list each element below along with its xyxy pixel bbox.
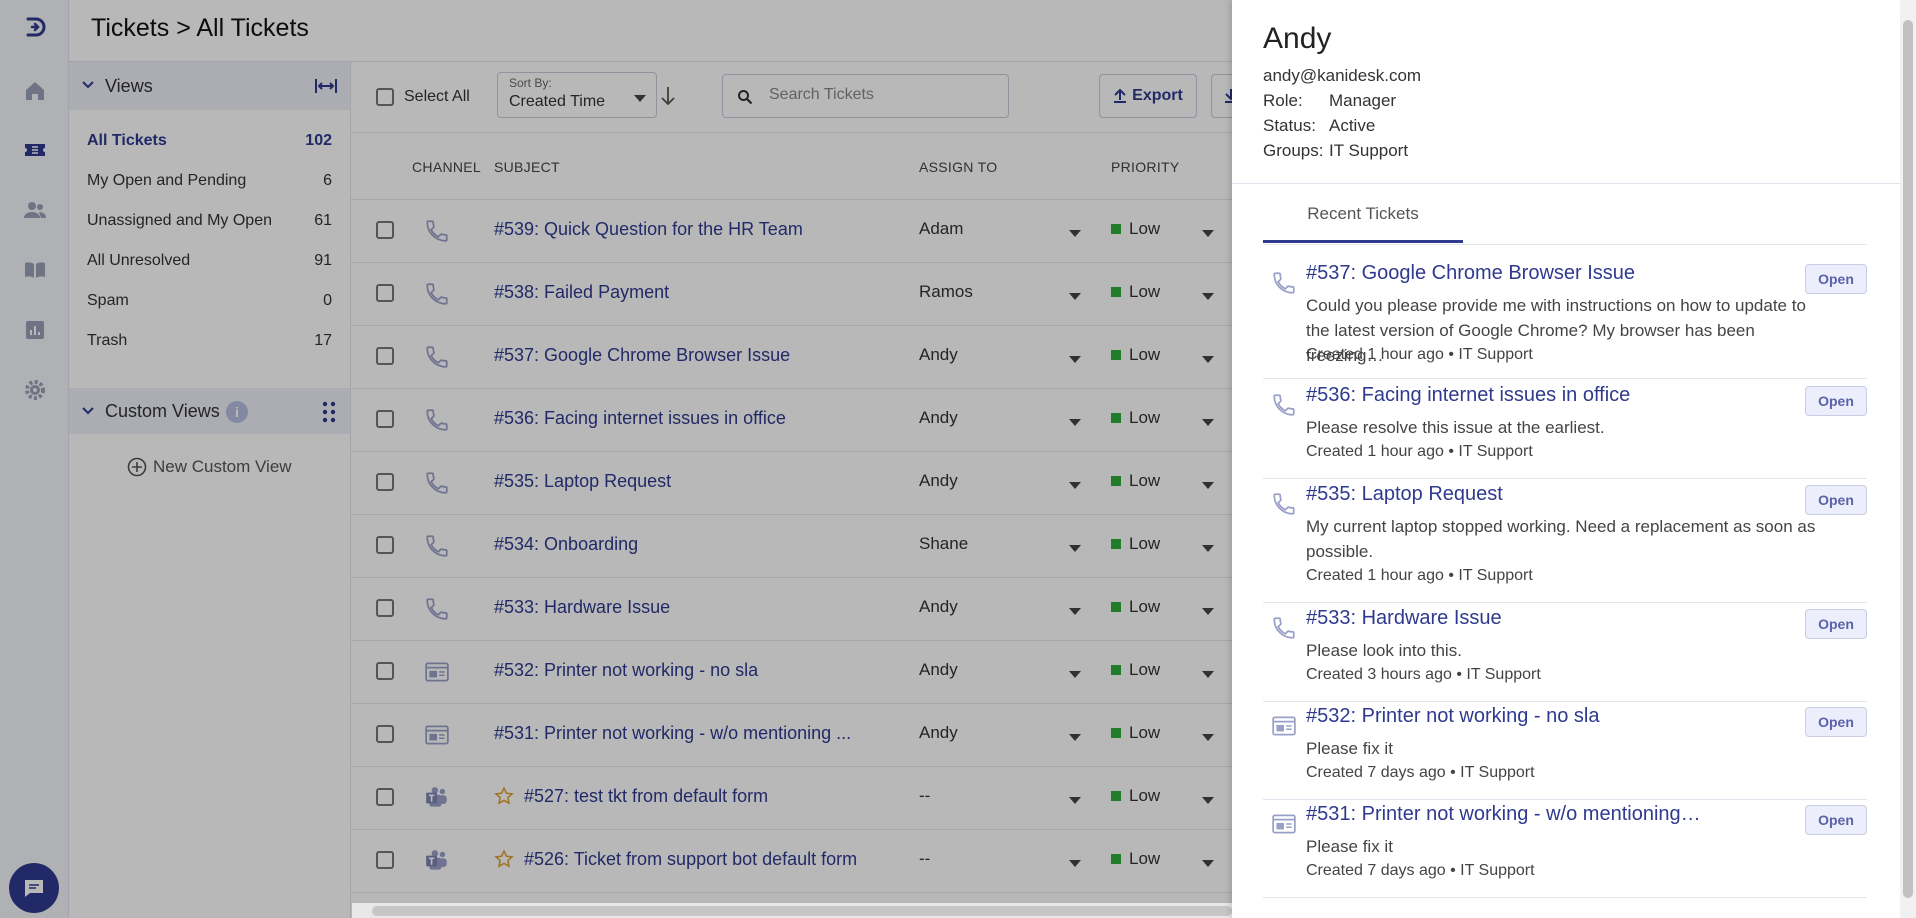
recent-ticket-title-link[interactable]: #531: Printer not working - w/o mentioni… [1306,803,1701,826]
recent-ticket-card[interactable]: #535: Laptop Request My current laptop st… [1263,483,1867,603]
agent-details-panel: Andy andy@kanidesk.com Role: Manager Stat… [1232,0,1900,918]
webform-icon [1271,713,1297,744]
webform-icon [1271,811,1297,842]
recent-ticket-title-link[interactable]: #536: Facing internet issues in office [1306,384,1630,407]
agent-email: andy@kanidesk.com [1263,66,1422,85]
status-badge[interactable]: Open [1805,386,1867,416]
recent-ticket-card[interactable]: #531: Printer not working - w/o mentioni… [1263,803,1867,898]
recent-ticket-meta: Created 7 days ago • IT Support [1306,764,1535,781]
phone-icon [1271,615,1297,646]
recent-ticket-card[interactable]: #537: Google Chrome Browser Issue Could y… [1263,262,1867,379]
role-key: Role: [1263,91,1303,110]
role-value: Manager [1329,91,1397,110]
recent-ticket-meta: Created 1 hour ago • IT Support [1306,567,1533,584]
recent-ticket-title-link[interactable]: #535: Laptop Request [1306,483,1503,506]
recent-ticket-description: Please look into this. [1306,641,1462,660]
status-key: Status: [1263,116,1316,135]
groups-key: Groups: [1263,141,1324,160]
modal-backdrop[interactable] [0,0,1232,918]
recent-ticket-meta: Created 1 hour ago • IT Support [1306,346,1533,363]
recent-ticket-meta: Created 3 hours ago • IT Support [1306,666,1541,683]
recent-ticket-description: My current laptop stopped working. Need … [1306,517,1816,561]
recent-ticket-card[interactable]: #532: Printer not working - no sla Please… [1263,705,1867,800]
panel-tabs: Recent Tickets [1263,190,1867,245]
vertical-scrollbar[interactable] [1900,0,1916,918]
status-value: Active [1329,116,1376,135]
scrollbar-thumb[interactable] [372,906,1232,916]
agent-groups: Groups: IT Support [1263,141,1408,161]
agent-role: Role: Manager [1263,91,1396,111]
recent-ticket-title-link[interactable]: #533: Hardware Issue [1306,607,1502,630]
recent-ticket-title-link[interactable]: #537: Google Chrome Browser Issue [1306,262,1635,285]
phone-icon [1271,270,1297,301]
agent-name: Andy [1263,22,1332,55]
recent-ticket-title-link[interactable]: #532: Printer not working - no sla [1306,705,1600,728]
groups-value: IT Support [1329,141,1409,160]
recent-ticket-description: Please fix it [1306,739,1393,758]
recent-ticket-meta: Created 1 hour ago • IT Support [1306,443,1533,460]
agent-status: Status: Active [1263,116,1375,136]
recent-ticket-description: Please fix it [1306,837,1393,856]
tab-recent-tickets[interactable]: Recent Tickets [1263,190,1463,243]
panel-divider [1232,183,1900,184]
status-badge[interactable]: Open [1805,485,1867,515]
status-badge[interactable]: Open [1805,707,1867,737]
horizontal-scrollbar[interactable] [352,903,1232,918]
phone-icon [1271,392,1297,423]
phone-icon [1271,491,1297,522]
recent-ticket-card[interactable]: #533: Hardware Issue Please look into thi… [1263,607,1867,702]
status-badge[interactable]: Open [1805,609,1867,639]
scrollbar-thumb[interactable] [1903,20,1913,898]
recent-ticket-card[interactable]: #536: Facing internet issues in office Pl… [1263,384,1867,479]
recent-ticket-description: Please resolve this issue at the earlies… [1306,418,1605,437]
recent-ticket-meta: Created 7 days ago • IT Support [1306,862,1535,879]
status-badge[interactable]: Open [1805,805,1867,835]
status-badge[interactable]: Open [1805,264,1867,294]
app: Tickets > All Tickets Views All Tickets 1… [0,0,1916,918]
